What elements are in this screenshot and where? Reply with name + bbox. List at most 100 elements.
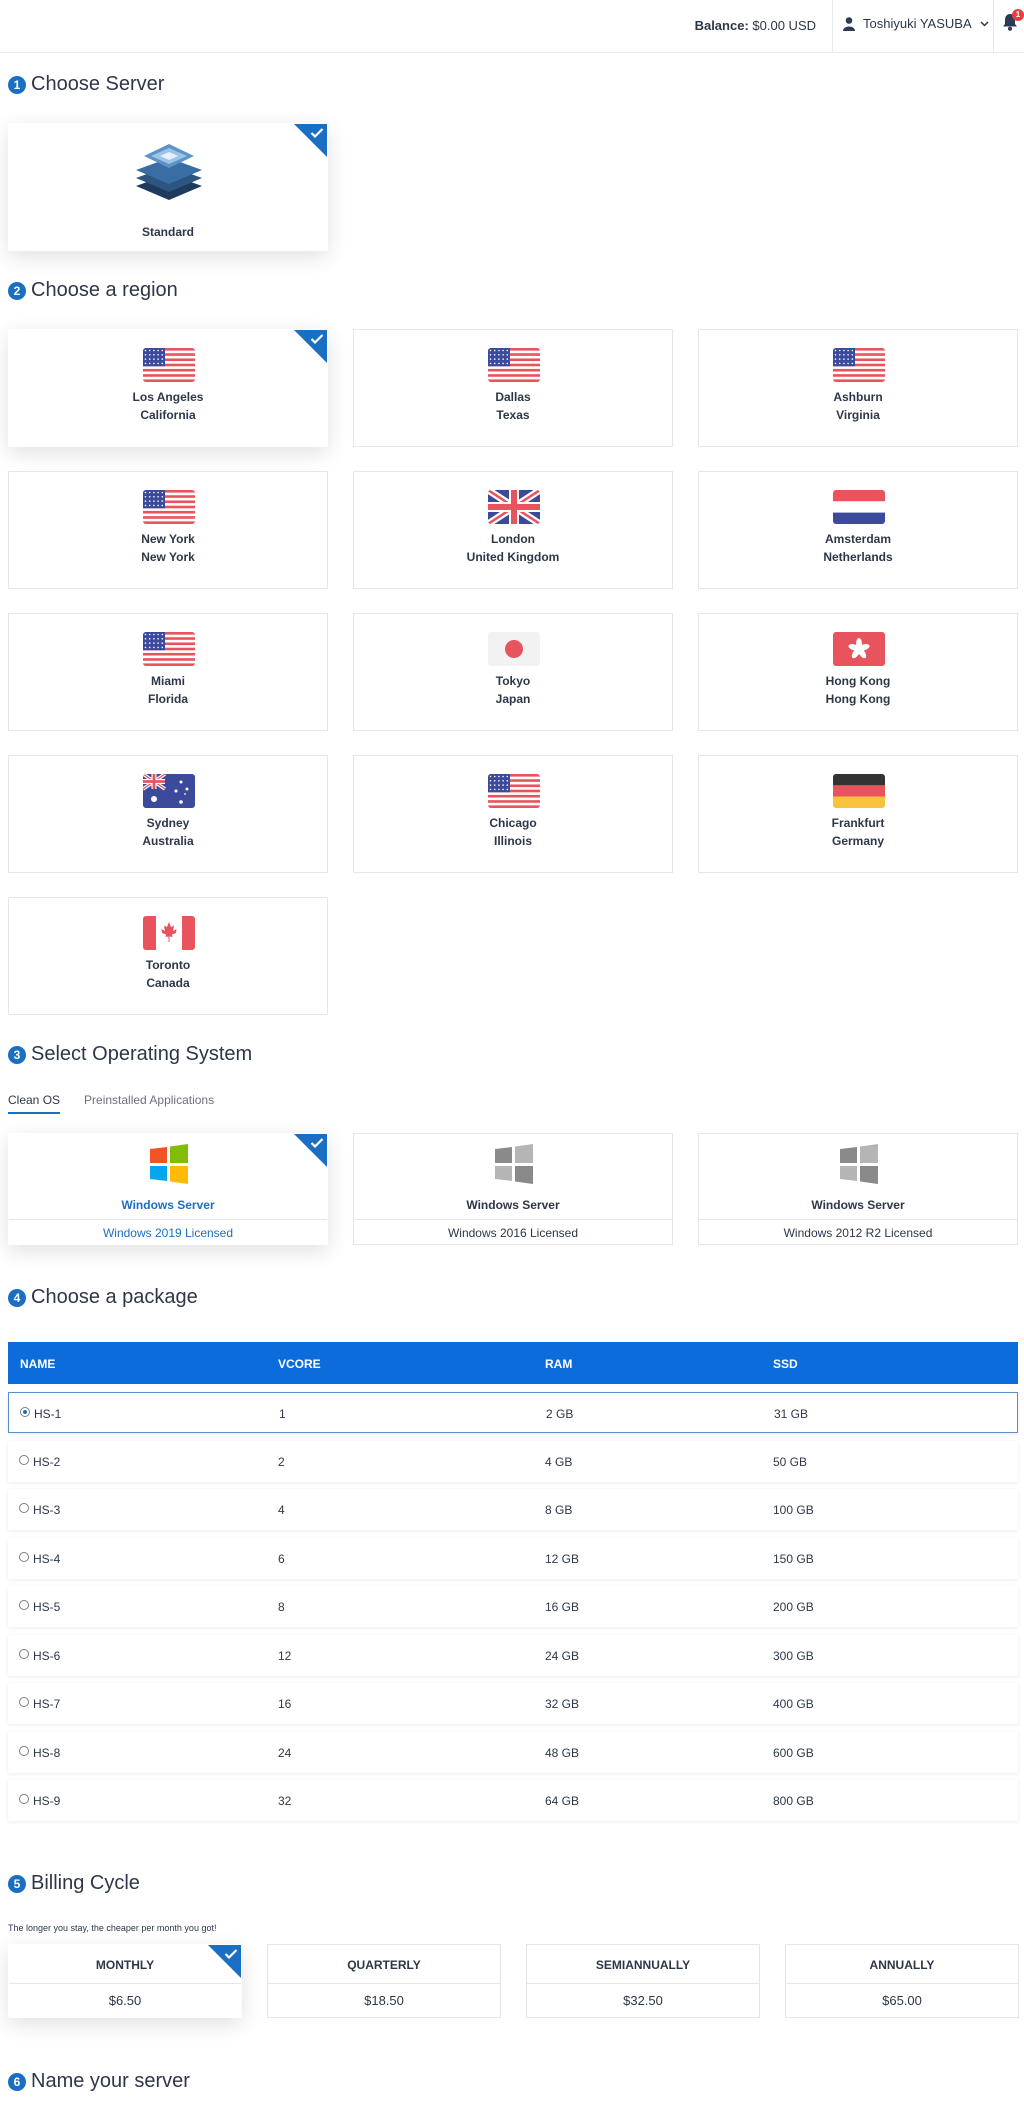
package-row[interactable]: HS-9 32 64 GB 800 GB: [8, 1780, 1018, 1821]
package-row[interactable]: HS-7 16 32 GB 400 GB: [8, 1683, 1018, 1724]
region-option-chicago[interactable]: Chicago Illinois: [353, 755, 673, 873]
section-title: Billing Cycle: [31, 1872, 140, 1894]
billing-cycle-name: ANNUALLY: [869, 1958, 935, 1972]
check-icon: [310, 1138, 324, 1149]
region-option-hong-kong[interactable]: Hong Kong Hong Kong: [698, 613, 1018, 731]
package-ram: 8 GB: [545, 1503, 573, 1517]
header-divider: [832, 0, 833, 52]
region-subtitle: Japan: [495, 692, 531, 706]
windows-gray-icon: [840, 1144, 878, 1184]
billing-option-quarterly[interactable]: QUARTERLY $18.50: [267, 1944, 501, 2018]
section-heading-server: 1 Choose Server: [8, 73, 164, 96]
package-ssd: 200 GB: [773, 1600, 814, 1614]
section-title: Choose Server: [31, 73, 165, 95]
package-name: HS-5: [33, 1600, 61, 1614]
package-radio[interactable]: [19, 1648, 29, 1659]
region-option-sydney[interactable]: Sydney Australia: [8, 755, 328, 873]
column-header-ram: RAM: [545, 1357, 573, 1371]
region-subtitle: California: [140, 408, 196, 422]
region-city: Sydney: [146, 816, 190, 830]
tab-preinstalled-applications[interactable]: Preinstalled Applications: [84, 1093, 214, 1114]
balance-value: $0.00 USD: [752, 18, 816, 33]
section-title: Choose a region: [31, 279, 178, 301]
section-title: Name your server: [31, 2070, 190, 2092]
nl-flag: [833, 490, 885, 524]
billing-option-monthly[interactable]: MONTHLY $6.50: [8, 1944, 242, 2018]
region-option-miami[interactable]: Miami Florida: [8, 613, 328, 731]
package-radio[interactable]: [19, 1794, 29, 1804]
package-vcore: 24: [278, 1745, 292, 1760]
header-divider: [993, 0, 994, 52]
package-row[interactable]: HS-8 24 48 GB 600 GB: [8, 1731, 1018, 1773]
os-option-windows-2019[interactable]: Windows Server Windows 2019 Licensed: [8, 1133, 328, 1245]
tab-clean-os[interactable]: Clean OS: [8, 1093, 61, 1114]
region-option-dallas[interactable]: Dallas Texas: [353, 329, 673, 447]
region-city: Ashburn: [833, 390, 883, 404]
server-option-standard[interactable]: Standard: [8, 123, 328, 251]
region-option-amsterdam[interactable]: Amsterdam Netherlands: [698, 471, 1018, 589]
section-heading-name: 6 Name your server: [8, 2070, 190, 2093]
package-ram: 16 GB: [545, 1600, 580, 1614]
region-subtitle: Netherlands: [823, 550, 893, 564]
package-ssd: 100 GB: [773, 1503, 814, 1517]
region-option-new-york[interactable]: New York New York: [8, 471, 328, 589]
billing-price: $6.50: [9, 1983, 241, 2017]
package-ram: 2 GB: [546, 1407, 574, 1421]
package-row[interactable]: HS-5 8 16 GB 200 GB: [8, 1586, 1018, 1627]
billing-option-annually[interactable]: ANNUALLY $65.00: [785, 1944, 1019, 2018]
package-vcore: 12: [278, 1648, 292, 1663]
us-flag: [488, 348, 540, 382]
region-option-los-angeles[interactable]: Los Angeles California: [8, 329, 328, 447]
package-row[interactable]: HS-2 2 4 GB 50 GB: [8, 1440, 1018, 1482]
package-radio[interactable]: [20, 1407, 30, 1417]
region-city: Miami: [150, 674, 185, 688]
region-city: Frankfurt: [831, 816, 885, 830]
region-option-london[interactable]: London United Kingdom: [353, 471, 673, 589]
package-radio[interactable]: [19, 1503, 29, 1513]
package-row[interactable]: HS-1 1 2 GB 31 GB: [8, 1392, 1018, 1433]
package-row[interactable]: HS-6 12 24 GB 300 GB: [8, 1634, 1018, 1676]
region-city: London: [491, 532, 535, 546]
package-ram: 12 GB: [545, 1551, 580, 1566]
column-header-ssd: SSD: [773, 1357, 798, 1371]
package-vcore: 1: [279, 1407, 286, 1421]
hk-flag: [833, 632, 885, 666]
balance-label: Balance:: [694, 18, 749, 33]
section-title: Choose a package: [31, 1286, 198, 1308]
region-option-toronto[interactable]: Toronto Canada: [8, 897, 328, 1015]
check-icon: [224, 1949, 238, 1960]
package-radio[interactable]: [19, 1454, 29, 1465]
windows-color-icon: [150, 1144, 188, 1184]
package-ssd: 400 GB: [773, 1697, 814, 1711]
section-heading-os: 3 Select Operating System: [8, 1043, 252, 1066]
package-radio[interactable]: [19, 1697, 29, 1707]
package-ssd: 50 GB: [773, 1454, 808, 1469]
region-option-ashburn[interactable]: Ashburn Virginia: [698, 329, 1018, 447]
check-icon: [310, 128, 324, 139]
check-icon: [310, 334, 324, 345]
user-name: Toshiyuki YASUBA: [863, 16, 972, 31]
package-row[interactable]: HS-3 4 8 GB 100 GB: [8, 1489, 1018, 1530]
package-vcore: 4: [278, 1503, 285, 1517]
os-option-windows-2012-r2[interactable]: Windows Server Windows 2012 R2 Licensed: [698, 1133, 1018, 1245]
package-name: HS-2: [33, 1454, 61, 1469]
jp-flag: [488, 632, 540, 666]
package-row[interactable]: HS-4 6 12 GB 150 GB: [8, 1537, 1018, 1579]
step-number: 4: [8, 1288, 26, 1307]
package-name: HS-1: [34, 1407, 62, 1421]
billing-price: $65.00: [786, 1983, 1018, 2017]
package-ssd: 31 GB: [774, 1407, 809, 1421]
billing-option-semiannually[interactable]: SEMIANNUALLY $32.50: [526, 1944, 760, 2018]
user-menu[interactable]: Toshiyuki YASUBA: [843, 16, 989, 31]
region-city: Toronto: [145, 958, 191, 972]
package-radio[interactable]: [19, 1745, 29, 1756]
region-option-frankfurt[interactable]: Frankfurt Germany: [698, 755, 1018, 873]
package-radio[interactable]: [19, 1600, 29, 1610]
us-flag: [143, 490, 195, 524]
os-option-windows-2016[interactable]: Windows Server Windows 2016 Licensed: [353, 1133, 673, 1245]
package-radio[interactable]: [19, 1551, 29, 1562]
package-name: HS-9: [33, 1794, 61, 1808]
user-icon: [843, 16, 855, 31]
region-option-tokyo[interactable]: Tokyo Japan: [353, 613, 673, 731]
os-tabs: Clean OS Preinstalled Applications: [8, 1093, 214, 1114]
